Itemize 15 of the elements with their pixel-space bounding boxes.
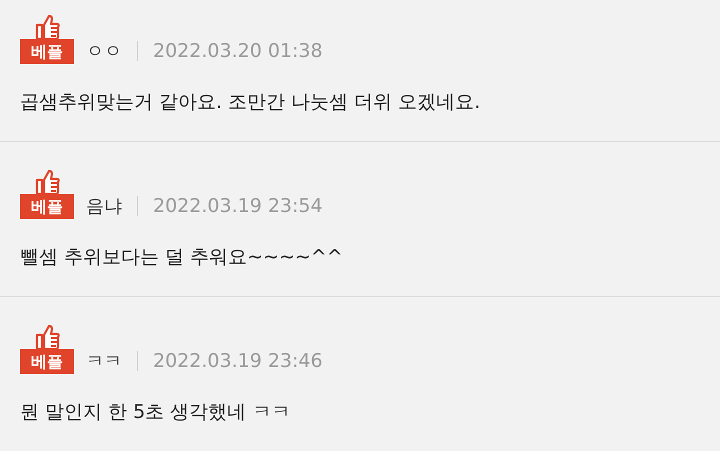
- thumbs-up-icon: [34, 13, 60, 39]
- comment-date: 2022.03.19 23:46: [153, 349, 323, 374]
- comment-date: 2022.03.19 23:54: [153, 194, 323, 219]
- author-name: ㅇㅇ: [86, 40, 122, 64]
- comment-text: 뺄셈 추위보다는 덜 추워요~~~~^^: [20, 245, 344, 270]
- best-badge: 베플: [20, 39, 74, 64]
- thumbs-up-icon: [34, 323, 60, 349]
- comment-text: 곱샘추위맞는거 같아요. 조만간 나눗셈 더위 오겠네요.: [20, 90, 482, 115]
- best-badge: 베플: [20, 194, 74, 219]
- thumbs-up-icon: [34, 168, 60, 194]
- comment-date: 2022.03.20 01:38: [153, 39, 323, 64]
- comment-text: 뭔 말인지 한 5초 생각했네 ㅋㅋ: [20, 400, 292, 425]
- author-name: ㅋㅋ: [86, 350, 122, 374]
- best-badge: 베플: [20, 349, 74, 374]
- author-name: 음냐: [86, 195, 122, 219]
